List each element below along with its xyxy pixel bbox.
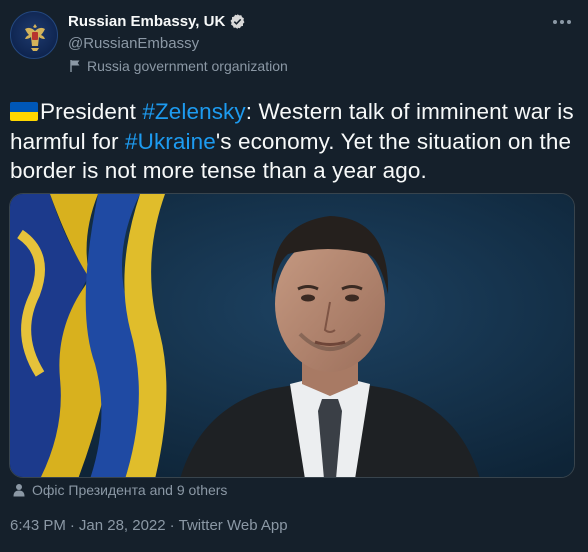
ukraine-flag-icon <box>10 102 38 121</box>
tweet-text-part1: President <box>40 99 143 124</box>
government-flag-icon <box>70 60 80 72</box>
ellipsis-icon <box>553 20 571 24</box>
tweet-metadata: 6:43 PM · Jan 28, 2022 · Twitter Web App <box>10 517 288 534</box>
hashtag-zelensky[interactable]: #Zelensky <box>142 99 245 124</box>
hashtag-ukraine[interactable]: #Ukraine <box>125 129 216 154</box>
tweet-time[interactable]: 6:43 PM <box>10 517 66 534</box>
government-label-text: Russia government organization <box>87 58 288 74</box>
tagged-people-text: Офіс Президента and 9 others <box>32 482 228 498</box>
coat-of-arms-icon <box>25 24 45 51</box>
account-name-row[interactable]: Russian Embassy, UK <box>68 13 246 30</box>
avatar[interactable] <box>10 11 58 59</box>
verified-badge-icon <box>230 14 245 29</box>
tweet-text: President #Zelensky: Western talk of imm… <box>10 97 580 186</box>
tweet-photo[interactable] <box>9 193 575 478</box>
meta-separator: · <box>69 517 75 534</box>
more-options-button[interactable] <box>550 12 574 32</box>
person-icon <box>13 484 25 497</box>
account-handle[interactable]: @RussianEmbassy <box>68 35 199 52</box>
tweet-source[interactable]: Twitter Web App <box>179 517 288 534</box>
tweet-card: Russian Embassy, UK @RussianEmbassy Russ… <box>0 0 588 552</box>
portrait-image <box>10 194 574 477</box>
tagged-people[interactable]: Офіс Президента and 9 others <box>12 482 227 498</box>
government-label[interactable]: Russia government organization <box>68 58 288 74</box>
tweet-date[interactable]: Jan 28, 2022 <box>79 517 166 534</box>
meta-separator: · <box>169 517 175 534</box>
display-name[interactable]: Russian Embassy, UK <box>68 13 225 30</box>
